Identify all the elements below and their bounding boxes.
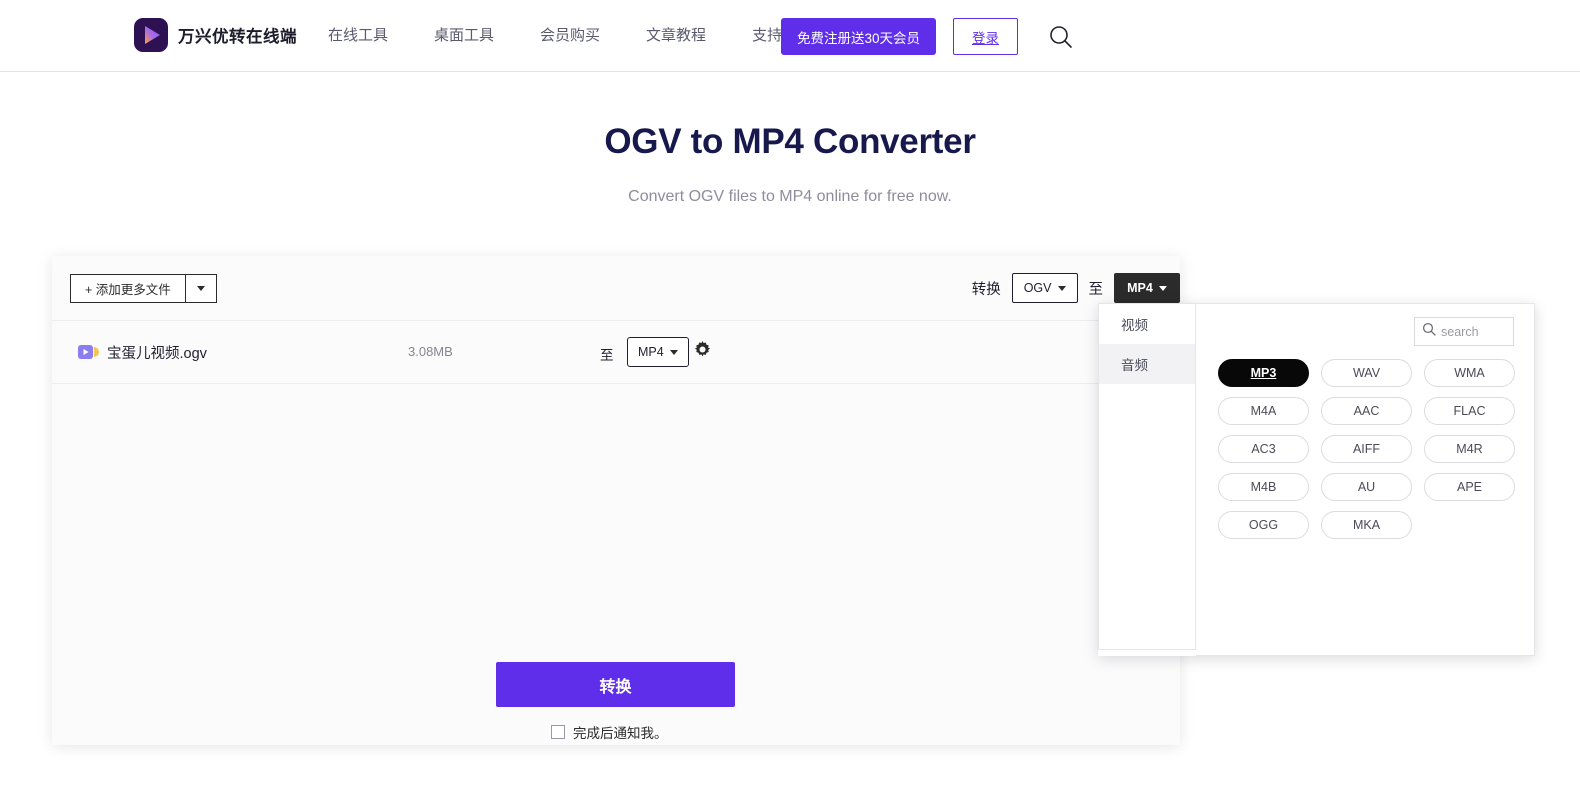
format-pill-mka[interactable]: MKA — [1321, 511, 1412, 539]
file-to-label: 至 — [600, 348, 614, 363]
checkbox-box[interactable] — [551, 725, 565, 739]
main-nav: 在线工具 桌面工具 会员购买 文章教程 支持帮助 — [305, 0, 835, 72]
format-pill-ac3[interactable]: AC3 — [1218, 435, 1309, 463]
search-icon — [1422, 322, 1436, 341]
format-search-input[interactable]: search — [1414, 317, 1514, 346]
brand[interactable]: 万兴优转在线端 — [134, 18, 297, 52]
chevron-down-icon — [1057, 285, 1066, 291]
chevron-down-icon — [1158, 285, 1167, 291]
file-format-button[interactable]: MP4 — [627, 337, 689, 367]
format-search-placeholder: search — [1441, 324, 1479, 339]
file-list-row: 宝蛋儿视频.ogv 3.08MB 至 MP4 — [52, 321, 1180, 384]
format-pill-grid: MP3 WAV WMA M4A AAC FLAC AC3 AIFF M4R M4… — [1218, 359, 1516, 539]
video-file-icon — [78, 343, 100, 361]
file-format-label: MP4 — [638, 345, 664, 359]
add-files-button[interactable]: + 添加更多文件 — [70, 274, 186, 303]
format-dropdown-panel: 视频 音频 search MP3 WAV WMA M4A AAC FLAC AC… — [1098, 303, 1535, 656]
source-format-button[interactable]: OGV — [1011, 273, 1078, 303]
format-pill-aac[interactable]: AAC — [1321, 397, 1412, 425]
panel-toolbar: + 添加更多文件 转换 OGV 至 MP4 — [52, 256, 1180, 321]
play-logo-icon — [134, 18, 168, 52]
notify-when-done-checkbox[interactable]: 完成后通知我。 — [551, 722, 668, 742]
format-pill-aiff[interactable]: AIFF — [1321, 435, 1412, 463]
format-pill-ogg[interactable]: OGG — [1218, 511, 1309, 539]
nav-item-desktop-tools[interactable]: 桌面工具 — [411, 0, 517, 72]
chevron-down-icon — [196, 286, 205, 291]
format-pill-au[interactable]: AU — [1321, 473, 1412, 501]
nav-item-online-tools[interactable]: 在线工具 — [305, 0, 411, 72]
notify-when-done-label: 完成后通知我。 — [573, 726, 668, 741]
global-format-controls: 转换 OGV 至 MP4 — [972, 273, 1180, 303]
login-button-label: 登录 — [972, 30, 999, 46]
to-label: 至 — [1088, 281, 1104, 298]
signup-button[interactable]: 免费注册送30天会员 — [781, 18, 936, 55]
add-files-dropdown-button[interactable] — [185, 274, 217, 303]
format-pill-wav[interactable]: WAV — [1321, 359, 1412, 387]
format-pill-wma[interactable]: WMA — [1424, 359, 1515, 387]
target-format-button[interactable]: MP4 — [1114, 273, 1180, 303]
format-pill-m4a[interactable]: M4A — [1218, 397, 1309, 425]
convert-label: 转换 — [971, 281, 1001, 298]
format-pill-mp3[interactable]: MP3 — [1218, 359, 1309, 387]
add-files-split-button: + 添加更多文件 — [70, 274, 217, 303]
nav-item-membership[interactable]: 会员购买 — [517, 0, 623, 72]
page-title: OGV to MP4 Converter — [604, 122, 976, 161]
file-size: 3.08MB — [408, 344, 453, 359]
nav-item-tutorials[interactable]: 文章教程 — [623, 0, 729, 72]
convert-button[interactable]: 转换 — [496, 662, 735, 707]
format-pill-m4b[interactable]: M4B — [1218, 473, 1309, 501]
format-category-list: 视频 音频 — [1098, 303, 1196, 650]
site-header: 万兴优转在线端 在线工具 桌面工具 会员购买 文章教程 支持帮助 免费注册送30… — [0, 0, 1580, 72]
gear-icon[interactable] — [693, 340, 712, 364]
file-name: 宝蛋儿视频.ogv — [107, 346, 207, 362]
format-pill-flac[interactable]: FLAC — [1424, 397, 1515, 425]
source-format-label: OGV — [1023, 281, 1052, 295]
login-button[interactable]: 登录 — [953, 18, 1018, 55]
format-list-panel: search MP3 WAV WMA M4A AAC FLAC AC3 AIFF… — [1196, 303, 1535, 656]
brand-name: 万兴优转在线端 — [178, 28, 297, 46]
format-pill-ape[interactable]: APE — [1424, 473, 1515, 501]
converter-panel: + 添加更多文件 转换 OGV 至 MP4 宝蛋儿视频.ogv 3.08MB 至… — [52, 256, 1180, 745]
format-category-video[interactable]: 视频 — [1099, 304, 1195, 344]
format-pill-m4r[interactable]: M4R — [1424, 435, 1515, 463]
target-format-label: MP4 — [1127, 281, 1153, 295]
search-icon[interactable] — [1047, 23, 1075, 51]
format-category-audio[interactable]: 音频 — [1099, 344, 1195, 384]
page-subtitle: Convert OGV files to MP4 online for free… — [628, 188, 952, 205]
chevron-down-icon — [669, 349, 678, 355]
